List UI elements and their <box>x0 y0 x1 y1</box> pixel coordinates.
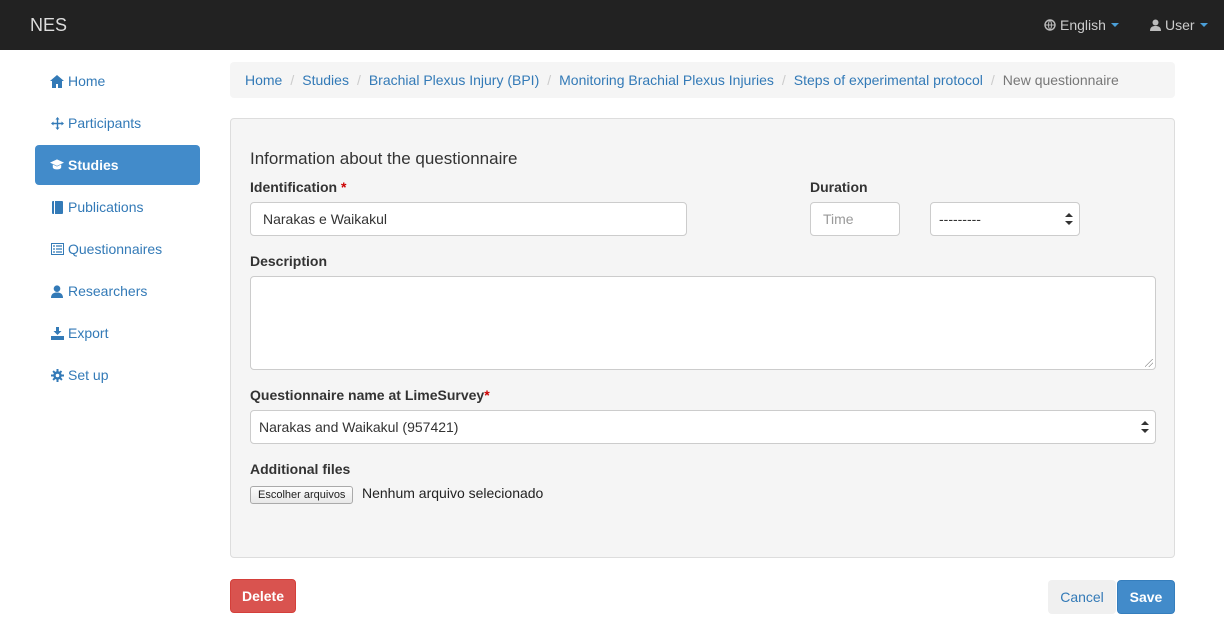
delete-button[interactable]: Delete <box>230 579 296 613</box>
description-textarea[interactable] <box>250 276 1156 370</box>
move-icon <box>50 116 64 130</box>
book-icon <box>50 200 64 214</box>
sidebar-item-studies[interactable]: Studies <box>35 145 200 185</box>
limesurvey-label: Questionnaire name at LimeSurvey* <box>250 387 490 403</box>
sidebar-item-participants[interactable]: Participants <box>35 103 200 143</box>
duration-input[interactable]: Time <box>810 202 900 236</box>
user-dropdown[interactable]: User <box>1150 17 1208 33</box>
required-marker: * <box>341 179 347 195</box>
cog-icon <box>50 368 64 382</box>
resize-handle-icon[interactable] <box>1145 359 1153 367</box>
chevron-down-icon <box>1199 23 1208 27</box>
language-label: English <box>1060 17 1106 33</box>
user-icon <box>1150 19 1161 31</box>
brand-logo[interactable]: NES <box>30 15 67 36</box>
globe-icon <box>1044 19 1056 31</box>
graduation-cap-icon <box>50 158 64 172</box>
breadcrumb-studies[interactable]: Studies <box>302 72 349 88</box>
user-label: User <box>1165 17 1195 33</box>
sidebar-item-label: Export <box>68 325 109 341</box>
breadcrumb-current: New questionnaire <box>1002 72 1119 88</box>
choose-files-button[interactable]: Escolher arquivos <box>250 486 354 504</box>
duration-unit-value: --------- <box>939 211 981 227</box>
required-marker: * <box>484 387 490 403</box>
limesurvey-select[interactable]: Narakas and Waikakul (957421) <box>250 410 1156 444</box>
language-dropdown[interactable]: English <box>1044 17 1119 33</box>
breadcrumb-home[interactable]: Home <box>245 72 282 88</box>
sidebar-item-label: Participants <box>68 115 142 131</box>
file-status-text: Nenhum arquivo selecionado <box>362 485 544 501</box>
sidebar-item-home[interactable]: Home <box>35 61 200 101</box>
cancel-button[interactable]: Cancel <box>1048 580 1116 614</box>
select-arrows-icon <box>1065 213 1073 225</box>
sidebar-item-questionnaires[interactable]: Questionnaires <box>35 229 200 269</box>
export-icon <box>50 326 64 340</box>
questionnaire-form-panel: Information about the questionnaire Iden… <box>230 118 1175 558</box>
identification-label: Identification * <box>250 179 347 195</box>
save-button[interactable]: Save <box>1117 580 1175 614</box>
sidebar-item-setup[interactable]: Set up <box>35 355 200 395</box>
sidebar-item-label: Home <box>68 73 106 89</box>
sidebar-item-export[interactable]: Export <box>35 313 200 353</box>
breadcrumb-separator: / <box>781 72 786 88</box>
list-alt-icon <box>50 242 64 256</box>
breadcrumb-separator: / <box>990 72 995 88</box>
select-arrows-icon <box>1141 421 1149 433</box>
home-icon <box>50 74 64 88</box>
duration-unit-select[interactable]: --------- <box>930 202 1080 236</box>
sidebar-nav: Home Participants Studies Publications Q… <box>35 61 200 397</box>
form-title: Information about the questionnaire <box>250 149 518 168</box>
sidebar-item-label: Studies <box>68 157 119 173</box>
sidebar-item-researchers[interactable]: Researchers <box>35 271 200 311</box>
sidebar-item-label: Researchers <box>68 283 148 299</box>
breadcrumb-separator: / <box>290 72 295 88</box>
breadcrumb-separator: / <box>547 72 552 88</box>
breadcrumb-group[interactable]: Monitoring Brachial Plexus Injuries <box>559 72 774 88</box>
additional-files-label: Additional files <box>250 461 351 477</box>
identification-input[interactable]: Narakas e Waikakul <box>250 202 687 236</box>
sidebar-item-label: Questionnaires <box>68 241 163 257</box>
sidebar-item-publications[interactable]: Publications <box>35 187 200 227</box>
breadcrumb-protocol[interactable]: Steps of experimental protocol <box>794 72 983 88</box>
breadcrumb-study[interactable]: Brachial Plexus Injury (BPI) <box>369 72 539 88</box>
top-navbar: NES English User <box>0 0 1224 50</box>
description-label: Description <box>250 253 328 269</box>
sidebar-item-label: Publications <box>68 199 144 215</box>
breadcrumb: Home / Studies / Brachial Plexus Injury … <box>230 62 1175 98</box>
breadcrumb-separator: / <box>356 72 361 88</box>
chevron-down-icon <box>1110 23 1119 27</box>
user-icon <box>50 284 64 298</box>
sidebar-item-label: Set up <box>68 367 109 383</box>
limesurvey-value: Narakas and Waikakul (957421) <box>259 419 459 435</box>
duration-label: Duration <box>810 179 868 195</box>
